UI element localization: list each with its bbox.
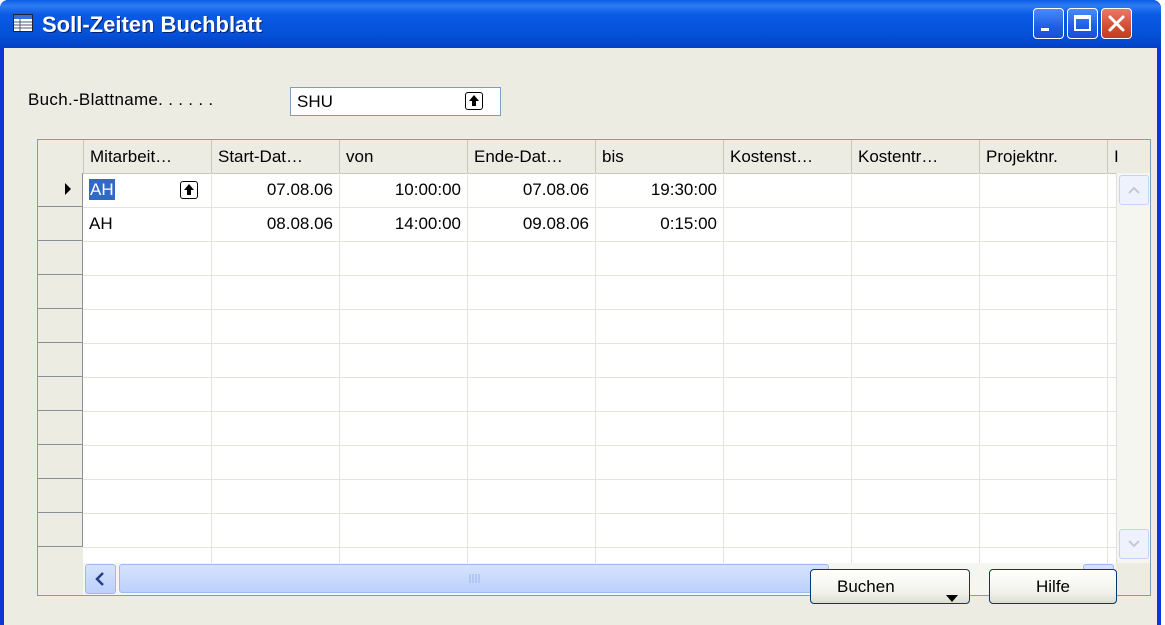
- arrow-up-icon: [184, 184, 194, 195]
- grid-line: [83, 513, 1116, 514]
- chevron-left-icon: [95, 572, 104, 586]
- grid-line: [83, 445, 1116, 446]
- form-icon: [13, 14, 33, 32]
- column-header-start-date[interactable]: Start-Dat…: [211, 140, 339, 173]
- grip-icon: [469, 574, 480, 583]
- table-cell-employee[interactable]: AH: [83, 207, 211, 241]
- column-header-project-no[interactable]: Projektnr.: [979, 140, 1107, 173]
- table-cell-from[interactable]: 10:00:00: [339, 173, 467, 207]
- maximize-icon: [1068, 15, 1097, 42]
- batch-name-value: SHU: [297, 92, 333, 111]
- column-header-cost-unit[interactable]: Kostentr…: [851, 140, 979, 173]
- chevron-up-icon: [1128, 186, 1140, 194]
- table-cell-end-date[interactable]: 09.08.06: [467, 207, 595, 241]
- scroll-up-button[interactable]: [1119, 175, 1149, 205]
- grid-line: [83, 411, 1116, 412]
- post-button-label: Buchen: [837, 577, 895, 596]
- table-cell-project-no[interactable]: [979, 173, 1107, 207]
- grid-line: [83, 377, 1116, 378]
- lookup-button[interactable]: [465, 92, 483, 110]
- row-selector[interactable]: [38, 309, 83, 343]
- row-selector[interactable]: [38, 241, 83, 275]
- table-cell-cost-unit[interactable]: [851, 173, 979, 207]
- vertical-scrollbar[interactable]: [1116, 173, 1150, 563]
- row-selector[interactable]: [38, 377, 83, 411]
- table-cell-to[interactable]: 0:15:00: [595, 207, 723, 241]
- row-selector-column: [38, 173, 83, 563]
- row-selector[interactable]: [38, 513, 83, 547]
- client-area: Buch.-Blattname. . . . . . SHU Mitarbeit…: [4, 48, 1157, 625]
- batch-name-label: Buch.-Blattname. . . . . .: [28, 90, 214, 109]
- close-icon: [1102, 15, 1131, 42]
- grid-line: [83, 479, 1116, 480]
- row-selector[interactable]: [38, 173, 83, 207]
- title-bar[interactable]: Soll-Zeiten Buchblatt: [0, 0, 1161, 48]
- grid-corner-left: [38, 563, 83, 595]
- table-cell-cost-center[interactable]: [723, 173, 851, 207]
- table-cell-project-no[interactable]: [979, 207, 1107, 241]
- table-cell-to[interactable]: 19:30:00: [595, 173, 723, 207]
- grid-header: Mitarbeit… Start-Dat… von Ende-Dat… bis …: [38, 140, 1150, 174]
- scroll-down-button[interactable]: [1119, 529, 1149, 559]
- table-cell-start-date[interactable]: 07.08.06: [211, 173, 339, 207]
- grid-line: [83, 241, 1116, 242]
- window: Soll-Zeiten Buchblatt Buch.-Blattname. .…: [0, 0, 1161, 625]
- row-selector[interactable]: [38, 343, 83, 377]
- grid-corner: [1116, 563, 1150, 595]
- column-header-cost-center[interactable]: Kostenst…: [723, 140, 851, 173]
- batch-name-field[interactable]: SHU: [290, 87, 501, 116]
- help-button[interactable]: Hilfe: [989, 569, 1117, 604]
- dropdown-arrow-icon: [945, 582, 959, 615]
- column-header-end-date[interactable]: Ende-Dat…: [467, 140, 595, 173]
- column-header-to[interactable]: bis: [595, 140, 723, 173]
- scroll-thumb[interactable]: [119, 564, 829, 593]
- minimize-button[interactable]: [1033, 8, 1064, 39]
- window-title: Soll-Zeiten Buchblatt: [42, 12, 262, 37]
- employee-value: AH: [89, 179, 115, 200]
- scroll-left-button[interactable]: [85, 564, 116, 594]
- table-cell-from[interactable]: 14:00:00: [339, 207, 467, 241]
- employee-lookup-button[interactable]: [180, 181, 198, 199]
- arrow-up-icon: [469, 95, 479, 106]
- chevron-down-icon: [1128, 540, 1140, 548]
- table-cell-cost-center[interactable]: [723, 207, 851, 241]
- column-header-employee[interactable]: Mitarbeit…: [83, 140, 211, 173]
- row-selector[interactable]: [38, 411, 83, 445]
- close-button[interactable]: [1101, 8, 1132, 39]
- grid-line: [83, 343, 1116, 344]
- row-selector[interactable]: [38, 207, 83, 241]
- post-button[interactable]: Buchen: [810, 569, 970, 604]
- row-selector[interactable]: [38, 445, 83, 479]
- row-selector[interactable]: [38, 275, 83, 309]
- current-row-icon: [65, 183, 71, 195]
- column-header-more[interactable]: I: [1107, 140, 1150, 173]
- row-selector[interactable]: [38, 479, 83, 513]
- column-header-from[interactable]: von: [339, 140, 467, 173]
- table-cell-start-date[interactable]: 08.08.06: [211, 207, 339, 241]
- table-cell-end-date[interactable]: 07.08.06: [467, 173, 595, 207]
- grid-line: [83, 275, 1116, 276]
- grid-line: [1107, 173, 1108, 563]
- journal-grid: Mitarbeit… Start-Dat… von Ende-Dat… bis …: [37, 139, 1151, 596]
- maximize-button[interactable]: [1067, 8, 1098, 39]
- table-cell-cost-unit[interactable]: [851, 207, 979, 241]
- grid-line: [83, 547, 1116, 548]
- grid-line: [83, 309, 1116, 310]
- minimize-icon: [1034, 25, 1063, 42]
